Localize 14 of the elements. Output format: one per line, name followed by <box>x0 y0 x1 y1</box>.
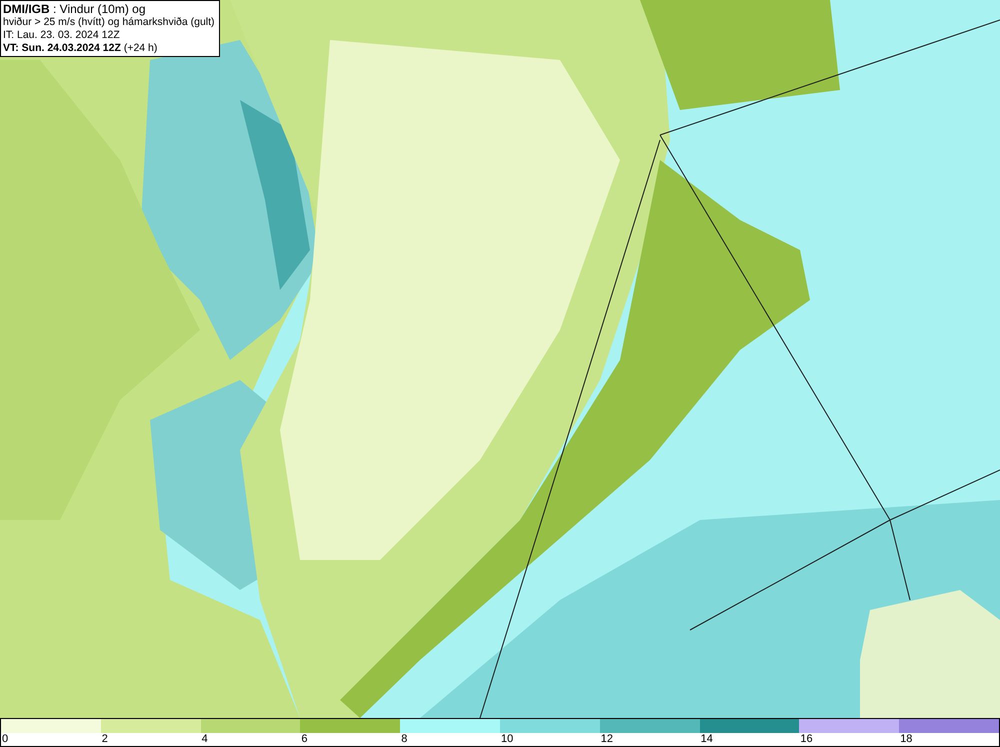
info-text: hviður > 25 m/s (hvítt) og hámarkshviða (gult) <box>3 16 215 29</box>
info-text: VT: Sun. 24.03.2024 12Z (+24 h) <box>3 42 158 55</box>
legend-label: 16 <box>799 733 813 746</box>
legend-label: 14 <box>700 733 713 746</box>
legend-label: 2 <box>100 733 108 746</box>
legend-label: 18 <box>899 733 912 746</box>
legend-label: 10 <box>500 733 514 746</box>
legend-label: 4 <box>200 733 208 746</box>
legend-label: 12 <box>600 733 614 746</box>
info-text: DMI/IGB : Vindur (10m) og <box>3 2 146 16</box>
legend-label: 0 <box>1 733 8 746</box>
info-text: IT: Lau. 23. 03. 2024 12Z <box>3 29 121 42</box>
legend-label: 8 <box>400 733 408 746</box>
legend-label: 6 <box>300 733 308 746</box>
